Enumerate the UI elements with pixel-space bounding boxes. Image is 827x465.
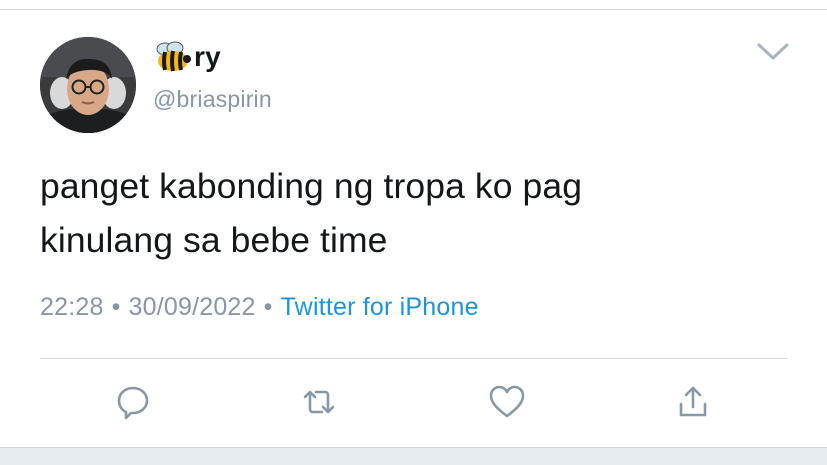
tweet-text-line: kinulang sa bebe time [40,220,388,260]
actions-divider [40,358,788,359]
tweet-time: 22:28 [40,293,104,321]
action-bar [0,380,827,424]
tweet-date: 30/09/2022 [128,293,256,321]
retweet-icon [303,390,335,414]
author-name-row[interactable]: ry [153,40,221,74]
like-button[interactable] [485,380,529,424]
chevron-down-icon[interactable] [755,40,791,64]
share-icon [679,386,707,417]
retweet-button[interactable] [297,380,341,424]
tweet-text-line: panget kabonding ng tropa ko pag [40,166,583,206]
tweet-card: ry @briaspirin panget kabonding ng tropa… [0,10,827,447]
meta-separator: • [111,293,121,321]
author-handle[interactable]: @briaspirin [153,86,272,113]
tweet-source-link[interactable]: Twitter for iPhone [281,293,479,321]
tweet-meta: 22:28 • 30/09/2022 • Twitter for iPhone [40,293,479,322]
author-display-name: ry [194,41,221,72]
bottom-band [0,447,827,465]
meta-separator: • [263,293,273,321]
reply-button[interactable] [111,380,155,424]
tweet-text: panget kabonding ng tropa ko pag kinulan… [40,159,780,267]
avatar-image [40,37,136,133]
heart-icon [489,385,525,418]
avatar[interactable] [40,37,136,133]
bee-emoji-icon [153,40,193,74]
reply-icon [117,386,149,420]
share-button[interactable] [671,380,715,424]
